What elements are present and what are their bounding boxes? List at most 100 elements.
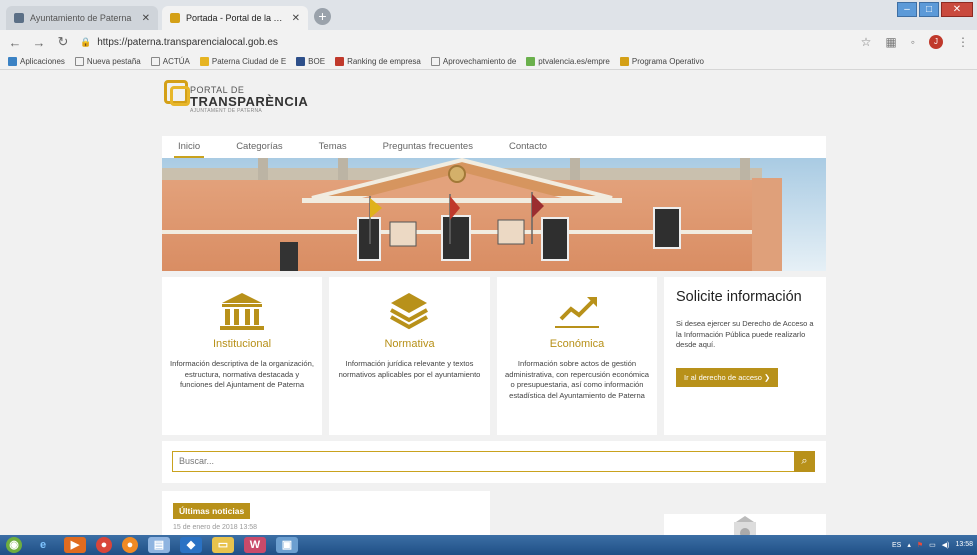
page-content: PORTAL DE TRANSPARÈNCIA AJUNTAMENT DE PA… bbox=[0, 70, 977, 535]
bookmark-actua[interactable]: ACTÚA bbox=[150, 57, 190, 66]
search-icon: ⌕ bbox=[801, 455, 808, 467]
logo-line-3: AJUNTAMENT DE PATERNA bbox=[190, 108, 263, 114]
nav-categorias[interactable]: Categorías bbox=[236, 136, 282, 158]
portal-logo[interactable]: PORTAL DE TRANSPARÈNCIA AJUNTAMENT DE PA… bbox=[164, 80, 308, 114]
logo-line-2: TRANSPARÈNCIA bbox=[190, 94, 309, 109]
chrome-icon[interactable]: ● bbox=[96, 537, 112, 553]
page-favicon-icon bbox=[14, 13, 24, 23]
coat-of-arms-icon bbox=[734, 516, 756, 535]
browser-tab-ayuntamiento[interactable]: Ayuntamiento de Paterna ✕ bbox=[6, 6, 158, 30]
back-arrow-icon[interactable]: ← bbox=[8, 35, 22, 50]
window-controls: – □ ✕ bbox=[897, 2, 973, 17]
trend-up-icon bbox=[497, 291, 657, 333]
page-icon bbox=[150, 57, 160, 66]
ie-browser-icon[interactable]: e bbox=[32, 537, 54, 553]
menu-dots-icon[interactable]: ⋮ bbox=[957, 35, 969, 49]
nav-contacto[interactable]: Contacto bbox=[509, 136, 547, 158]
minimize-icon[interactable]: – bbox=[897, 2, 917, 17]
hero-town-hall-image bbox=[162, 158, 826, 271]
card-title: Económica bbox=[549, 338, 605, 350]
card-title: Institucional bbox=[212, 338, 272, 350]
card-economica[interactable]: Económica Información sobre actos de ges… bbox=[497, 277, 657, 435]
bookmark-aprovechamiento[interactable]: Aprovechamiento de bbox=[430, 57, 516, 66]
reload-icon[interactable]: ↻ bbox=[56, 34, 70, 50]
bookmark-ptvalencia[interactable]: ptvalencia.es/empre bbox=[526, 57, 610, 66]
latest-news-panel: Últimas noticias 15 de enero de 2018 13:… bbox=[162, 491, 490, 535]
bookmark-boe[interactable]: BOE bbox=[296, 57, 325, 66]
card-normativa[interactable]: Normativa Información jurídica relevante… bbox=[329, 277, 490, 435]
page-icon bbox=[74, 57, 84, 66]
address-bar[interactable]: 🔒 https://paterna.transparencialocal.gob… bbox=[80, 33, 851, 51]
bookmark-ranking[interactable]: Ranking de empresa bbox=[335, 57, 421, 66]
document-app-icon[interactable]: ▤ bbox=[148, 537, 170, 553]
url-text: https://paterna.transparencialocal.gob.e… bbox=[97, 36, 278, 48]
bookmark-paterna[interactable]: Paterna Ciudad de E bbox=[199, 57, 286, 66]
maximize-icon[interactable]: □ bbox=[919, 2, 939, 17]
request-information-panel: Solicite información Si desea ejercer su… bbox=[664, 277, 826, 435]
network-app-icon[interactable]: ▣ bbox=[276, 537, 298, 553]
nav-temas[interactable]: Temas bbox=[319, 136, 347, 158]
bookmark-aplicaciones[interactable]: Aplicaciones bbox=[8, 57, 65, 66]
portal-favicon-icon bbox=[619, 57, 629, 66]
browser-tab-bar: Ayuntamiento de Paterna ✕ Portada - Port… bbox=[0, 0, 977, 30]
word-app-icon[interactable]: W bbox=[244, 537, 266, 553]
network-icon[interactable]: ▭ bbox=[929, 541, 936, 549]
paterna-favicon-icon bbox=[199, 57, 209, 66]
portal-favicon-icon bbox=[170, 13, 180, 23]
access-right-button[interactable]: Ir al derecho de acceso ❯ bbox=[676, 367, 779, 387]
card-description: Información jurídica relevante y textos … bbox=[338, 359, 481, 379]
lock-icon: 🔒 bbox=[80, 36, 92, 47]
bookmarks-bar: Aplicaciones Nueva pestaña ACTÚA Paterna… bbox=[0, 54, 977, 70]
news-date: 15 de enero de 2018 13:58 bbox=[173, 524, 258, 531]
firefox-icon[interactable]: ● bbox=[122, 537, 138, 553]
clock[interactable]: 13:58 bbox=[955, 541, 973, 549]
extension-icon[interactable]: ▦ bbox=[885, 35, 896, 49]
tab-title: Ayuntamiento de Paterna bbox=[30, 13, 132, 23]
main-navigation: Inicio Categorías Temas Preguntas frecue… bbox=[162, 136, 826, 158]
portal-logo-icon bbox=[164, 80, 190, 106]
card-description: Información sobre actos de gestión admin… bbox=[505, 359, 649, 400]
extension-icon-2[interactable]: ◦ bbox=[911, 35, 915, 49]
search-section: Buscar... ⌕ bbox=[162, 441, 826, 483]
town-hall-illustration bbox=[162, 158, 826, 271]
browser-toolbar: ← → ↻ 🔒 https://paterna.transparencialoc… bbox=[0, 30, 977, 54]
browser-tab-portal[interactable]: Portada - Portal de la Transparen ✕ bbox=[162, 6, 308, 30]
nav-preguntas-frecuentes[interactable]: Preguntas frecuentes bbox=[383, 136, 473, 158]
card-institucional[interactable]: Institucional Información descriptiva de… bbox=[162, 277, 322, 435]
bookmark-nueva-pestana[interactable]: Nueva pestaña bbox=[74, 57, 141, 66]
os-taskbar: ◉ e ▶ ● ● ▤ ◆ ▭ W ▣ ES ▴ ⚑ ▭ ◀) 13:58 bbox=[0, 535, 977, 555]
language-indicator[interactable]: ES bbox=[892, 542, 901, 549]
search-input[interactable]: Buscar... bbox=[172, 451, 804, 472]
file-explorer-icon[interactable]: ▭ bbox=[212, 537, 234, 553]
media-player-icon[interactable]: ▶ bbox=[64, 537, 86, 553]
ranking-favicon-icon bbox=[335, 57, 345, 66]
panel-title: Solicite información bbox=[676, 289, 802, 305]
start-button-icon[interactable]: ◉ bbox=[6, 537, 22, 553]
volume-icon[interactable]: ◀) bbox=[942, 541, 950, 549]
new-tab-button[interactable]: + bbox=[314, 8, 331, 25]
card-description: Información descriptiva de la organizaci… bbox=[170, 359, 314, 389]
tab-title: Portada - Portal de la Transparen bbox=[186, 13, 286, 23]
forward-arrow-icon[interactable]: → bbox=[32, 35, 46, 50]
system-tray: ES ▴ ⚑ ▭ ◀) 13:58 bbox=[892, 535, 973, 555]
search-button[interactable]: ⌕ bbox=[794, 451, 815, 472]
page-icon bbox=[430, 57, 440, 66]
bookmark-star-icon[interactable]: ☆ bbox=[861, 35, 872, 49]
tray-up-arrow-icon[interactable]: ▴ bbox=[907, 541, 911, 549]
flag-icon[interactable]: ⚑ bbox=[917, 541, 923, 549]
bookmark-programa[interactable]: Programa Operativo bbox=[619, 57, 704, 66]
apps-grid-icon bbox=[8, 57, 17, 66]
card-title: Normativa bbox=[384, 338, 435, 350]
close-window-icon[interactable]: ✕ bbox=[941, 2, 973, 17]
ptvalencia-favicon-icon bbox=[526, 57, 536, 66]
close-tab-icon[interactable]: ✕ bbox=[292, 13, 300, 24]
profile-avatar[interactable]: J bbox=[929, 35, 943, 49]
panel-description: Si desea ejercer su Derecho de Acceso a … bbox=[676, 319, 814, 349]
nav-inicio[interactable]: Inicio bbox=[173, 136, 205, 158]
layers-icon bbox=[329, 291, 490, 333]
boe-favicon-icon bbox=[296, 57, 306, 66]
crest-panel bbox=[664, 514, 826, 535]
close-tab-icon[interactable]: ✕ bbox=[142, 13, 150, 24]
outlook-icon[interactable]: ◆ bbox=[180, 537, 202, 553]
building-columns-icon bbox=[162, 291, 322, 333]
